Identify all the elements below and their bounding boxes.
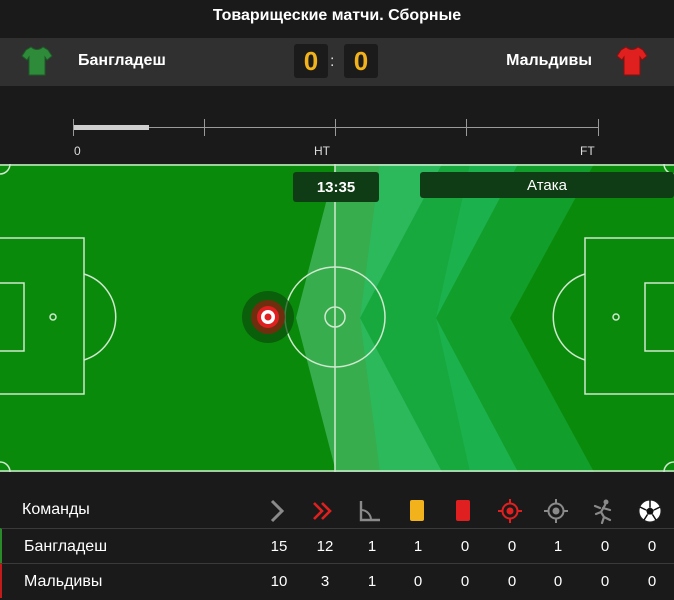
- match-status: Атака: [420, 172, 674, 198]
- timeline-tick: [598, 119, 599, 136]
- goal-icon: [638, 499, 662, 523]
- stats-table: Команды Бангладеш 15 12 1 1 0 0 1 0 0 Ма…: [0, 490, 674, 600]
- stat-shots-off-away: 0: [553, 573, 563, 590]
- timeline-label-start: 0: [74, 144, 81, 158]
- shot-on-target-icon: [498, 499, 522, 523]
- stat-shots-on-away: 0: [507, 573, 517, 590]
- stat-yellow-cards-home: 1: [413, 538, 423, 555]
- away-score: 0: [344, 44, 378, 78]
- away-jersey-icon: [616, 46, 648, 76]
- stats-header-label: Команды: [22, 501, 90, 518]
- stat-attacks-home: 15: [270, 538, 288, 555]
- stats-team-away: Мальдивы: [24, 573, 103, 590]
- match-timeline: 0 HT FT: [0, 86, 674, 164]
- stat-corners-home: 1: [367, 538, 377, 555]
- pitch: 13:35 Атака: [0, 164, 674, 472]
- timeline-progress: [73, 125, 149, 130]
- stats-team-home: Бангладеш: [24, 538, 108, 555]
- match-clock: 13:35: [293, 172, 379, 202]
- stat-shots-on-home: 0: [507, 538, 517, 555]
- stat-goals-home: 0: [647, 538, 657, 555]
- stat-shots-off-home: 1: [553, 538, 563, 555]
- competition-title: Товарищеские матчи. Сборные: [0, 0, 674, 32]
- timeline-tick: [335, 119, 336, 136]
- score-separator: :: [330, 53, 335, 70]
- pitch-drawing: [0, 164, 674, 472]
- timeline-tick: [466, 119, 467, 136]
- stat-attacks-away: 10: [270, 573, 288, 590]
- ball-position-marker: [242, 291, 294, 343]
- stat-dangerous-attacks-home: 12: [316, 538, 334, 555]
- stat-substitutions-away: 0: [600, 573, 610, 590]
- shot-off-target-icon: [544, 499, 568, 523]
- dangerous-attack-icon: [313, 502, 332, 520]
- stat-substitutions-home: 0: [600, 538, 610, 555]
- home-jersey-icon: [21, 46, 53, 76]
- stat-red-cards-home: 0: [460, 538, 470, 555]
- stat-red-cards-away: 0: [460, 573, 470, 590]
- stat-goals-away: 0: [647, 573, 657, 590]
- timeline-label-half: HT: [314, 144, 330, 158]
- attack-icon: [270, 499, 285, 523]
- stats-header-row: Команды: [0, 490, 674, 528]
- away-team-name: Мальдивы: [506, 52, 592, 69]
- timeline-label-end: FT: [580, 144, 595, 158]
- scoreboard: Бангладеш 0 : 0 Мальдивы: [0, 38, 674, 86]
- stats-row-away: Мальдивы 10 3 1 0 0 0 0 0 0: [0, 563, 674, 598]
- home-team-name: Бангладеш: [78, 52, 166, 69]
- stat-yellow-cards-away: 0: [413, 573, 423, 590]
- yellow-card-icon: [410, 500, 424, 521]
- stats-row-home: Бангладеш 15 12 1 1 0 0 1 0 0: [0, 528, 674, 563]
- home-score: 0: [294, 44, 328, 78]
- substitution-icon: [593, 499, 612, 524]
- stat-corners-away: 1: [367, 573, 377, 590]
- timeline-track: [73, 127, 599, 128]
- stat-dangerous-attacks-away: 3: [320, 573, 330, 590]
- timeline-tick: [204, 119, 205, 136]
- timeline-tick: [73, 119, 74, 136]
- corner-icon: [359, 501, 380, 522]
- red-card-icon: [456, 500, 470, 521]
